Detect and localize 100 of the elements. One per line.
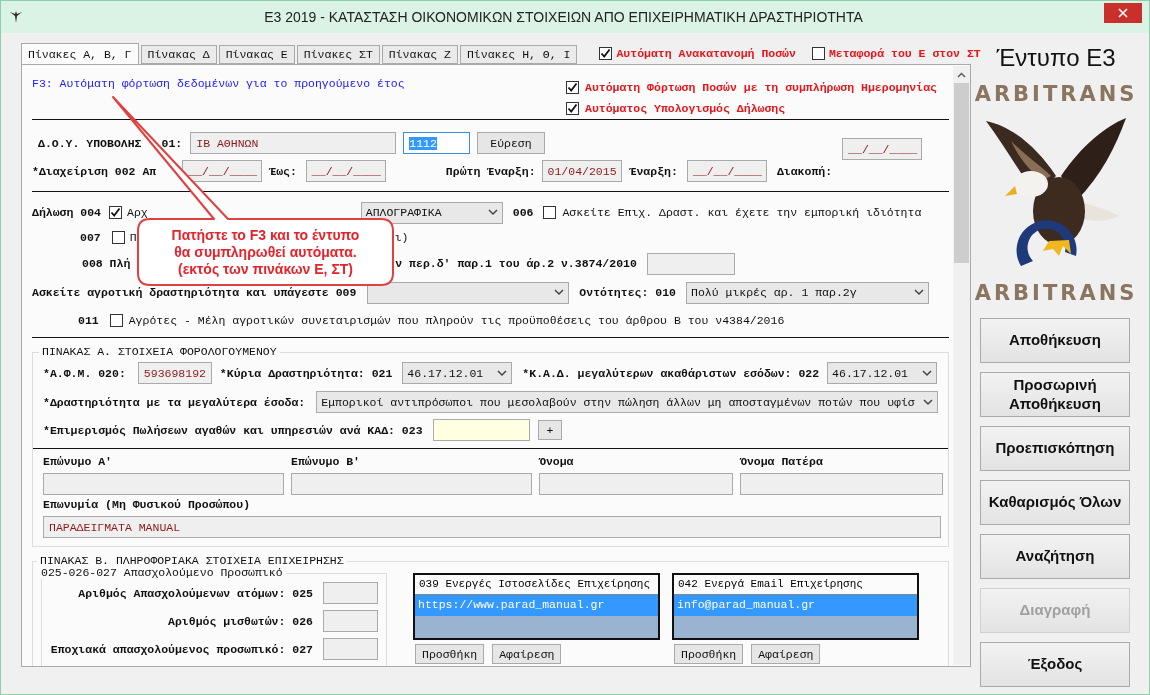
- checkbox[interactable]: [566, 81, 579, 94]
- list-header: 042 Ενεργά Email Επιχείρησης: [674, 575, 917, 595]
- checkbox[interactable]: [109, 314, 123, 327]
- add-button[interactable]: +: [537, 420, 563, 440]
- checkbox[interactable]: [111, 231, 125, 244]
- field-label: Αριθμός μισθωτών: 026: [168, 614, 313, 628]
- list-button[interactable]: Προσθήκη: [674, 644, 744, 664]
- tab[interactable]: Πίνακας Ζ: [381, 45, 458, 64]
- form-title: Έντυπο Ε3: [996, 44, 1116, 72]
- field-label: 01:: [161, 136, 183, 150]
- field-label: *Δραστηριότητα με τα μεγαλύτερα έσοδα:: [43, 395, 306, 409]
- list-button[interactable]: Αφαίρεση: [751, 644, 821, 664]
- option-label: ι): [394, 231, 409, 244]
- date-field[interactable]: 01/04/2015: [541, 160, 622, 182]
- count-field[interactable]: [646, 252, 735, 275]
- field-label: Έναρξη:: [629, 164, 678, 178]
- tab[interactable]: Πίνακες ΣΤ: [296, 45, 380, 64]
- logo-text: ARBITRANS: [974, 82, 1138, 106]
- date-field[interactable]: __/__/____: [842, 138, 923, 160]
- checkbox[interactable]: [566, 102, 579, 115]
- field-label: Επώνυμο Α': [43, 455, 113, 470]
- name-field[interactable]: [539, 473, 733, 495]
- field-label: *Α.Φ.Μ. 020:: [43, 366, 126, 380]
- option-label: Αγρότες - Μέλη αγροτικών συνεταιρισμών που πληρούν τις προϋποθέσεις του άρθρου Β του ν4384/2016: [128, 314, 785, 327]
- window-title: Ε3 2019 - ΚΑΤΑΣΤΑΣΗ ΟΙΚΟΝΟΜΙΚΩΝ ΣΤΟΙΧΕΙΩΝ ΑΠΟ ΕΠΙΧΕΙΡΗΜΑΤΙΚΗ ΔΡΑΣΤΗΡΙΟΤΗΤΑ: [263, 9, 864, 25]
- check-icon: [600, 47, 612, 59]
- action-button[interactable]: Προεπισκόπηση: [980, 426, 1130, 471]
- checkbox[interactable]: [543, 206, 557, 219]
- logo-text: ARBITRANS: [974, 281, 1138, 305]
- scrollbar[interactable]: [953, 66, 970, 665]
- field-label: Όνομα Πατέρα: [740, 455, 824, 470]
- tab[interactable]: Πίνακας Ε: [218, 45, 295, 64]
- field-label: 008 Πλή: [82, 257, 131, 270]
- option-label: Αυτόματη Ανακατανομή Ποσών: [616, 46, 796, 60]
- tab[interactable]: Πίνακες Η, Θ, Ι: [459, 45, 578, 64]
- field-label: Εποχιακά απασχολούμενος προσωπικό: 027: [50, 642, 313, 656]
- chevron-down-icon: [922, 369, 933, 377]
- option-label: Αυτόματη Φόρτωση Ποσών με τη συμπλήρωση Ημερομηνίας: [585, 81, 937, 94]
- field-label: *Διαχείριση 002 Απ: [32, 164, 157, 178]
- action-button[interactable]: Αποθήκευση: [980, 318, 1130, 363]
- field-label: Δήλωση 004: [32, 206, 101, 219]
- chevron-down-icon: [554, 289, 565, 296]
- action-button[interactable]: Αναζήτηση: [980, 534, 1130, 579]
- field-label: Επωνυμία (Μη Φυσικού Προσώπου): [43, 498, 252, 513]
- check-icon: [567, 103, 578, 114]
- name-field[interactable]: [43, 473, 284, 495]
- name-field[interactable]: [291, 473, 532, 495]
- tab[interactable]: Πίνακας Δ: [140, 45, 217, 64]
- chevron-down-icon: [487, 209, 498, 216]
- name-field[interactable]: [740, 473, 943, 495]
- close-button[interactable]: [1104, 3, 1142, 23]
- date-field[interactable]: __/__/____: [182, 160, 263, 182]
- count-field[interactable]: [323, 638, 378, 660]
- kad-dropdown[interactable]: 46.17.12.01: [827, 362, 938, 384]
- field-label: *Επιμερισμός Πωλήσεων αγαθών και υπηρεσιών ανά ΚΑΔ: 023: [43, 423, 423, 437]
- activity-dropdown[interactable]: 46.17.12.01: [402, 362, 513, 384]
- chevron-down-icon: [497, 369, 508, 377]
- check-icon: [110, 207, 121, 218]
- books-dropdown[interactable]: ΑΠΛΟΓΡΑΦΙΚΑ: [360, 201, 503, 224]
- field-label: Αριθμός Απασχολούμενων ατόμων: 025: [78, 586, 313, 600]
- field-label: Έως:: [269, 164, 297, 178]
- count-field[interactable]: [323, 610, 378, 632]
- farming-dropdown[interactable]: [367, 281, 570, 304]
- income-activity-dropdown[interactable]: Εμπορικοί αντιπρόσωποι που μεσολαβούν στην πώληση άλλων μη αποσταγμένων ποτών που υφίσ: [316, 391, 938, 413]
- field-label: *Κύρια Δραστηριότητα: 021: [219, 366, 393, 380]
- field-label: Οντότητες: 010: [579, 286, 676, 299]
- company-name-field[interactable]: ΠΑΡΑΔΕΙΓΜΑΤΑ MANUAL: [43, 516, 941, 538]
- close-icon: [1118, 8, 1128, 18]
- field-label: Δ.Ο.Υ. ΥΠΟΒΟΛΗΣ: [38, 136, 142, 150]
- tax-id-field[interactable]: 593698192: [137, 362, 212, 384]
- date-field[interactable]: __/__/____: [305, 160, 386, 182]
- action-button[interactable]: Έξοδος: [980, 642, 1130, 687]
- tab[interactable]: Πίνακες Α, Β, Γ: [21, 43, 139, 65]
- allocation-field[interactable]: [432, 419, 530, 441]
- group-title: ΠΙΝΑΚΑΣ Α. ΣΤΟΙΧΕΙΑ ΦΟΡΟΛΟΓΟΥΜΕΝΟΥ: [39, 345, 280, 358]
- checkbox[interactable]: [599, 46, 613, 60]
- count-field[interactable]: [323, 582, 378, 604]
- list-button[interactable]: Προσθήκη: [415, 644, 485, 664]
- tax-office-field[interactable]: ΙΒ ΑΘΗΝΩΝ: [190, 132, 397, 154]
- list-header: 039 Ενεργές Ιστοσελίδες Επιχείρησης: [415, 575, 658, 595]
- entities-dropdown[interactable]: Πολύ μικρές αρ. 1 παρ.2γ: [686, 281, 929, 304]
- checkbox[interactable]: [811, 46, 825, 60]
- field-label: 011: [78, 314, 99, 327]
- field-label: Πρώτη Έναρξη:: [445, 164, 536, 178]
- field-label: 006: [512, 206, 534, 219]
- list-button[interactable]: Αφαίρεση: [492, 644, 562, 664]
- date-field[interactable]: __/__/____: [686, 160, 767, 182]
- field-label: *Κ.Α.Δ. μεγαλύτερων ακαθάριστων εσόδων: 022: [522, 366, 820, 380]
- action-button[interactable]: Προσωρινή Αποθήκευση: [980, 372, 1130, 417]
- field-label: Όνομα: [539, 455, 575, 470]
- option-label: Αρχ: [127, 206, 148, 219]
- field-label: 007: [80, 231, 101, 244]
- action-button[interactable]: Καθαρισμός Όλων: [980, 480, 1130, 525]
- option-label: Μεταφορά του Ε στον ΣΤ: [828, 46, 981, 60]
- chevron-down-icon: [914, 289, 924, 296]
- option-label: Αυτόματος Υπολογισμός Δήλωσης: [585, 102, 786, 115]
- find-button[interactable]: Εύρεση: [477, 132, 545, 154]
- option-label: Ασκείτε Επιχ. Δραστ. και έχετε την εμπορική ιδιότητα: [562, 206, 922, 219]
- hint-text: F3: Αυτόματη φόρτωση δεδομένων για το προηγούμενο έτος: [32, 77, 406, 90]
- checkbox[interactable]: [109, 206, 122, 219]
